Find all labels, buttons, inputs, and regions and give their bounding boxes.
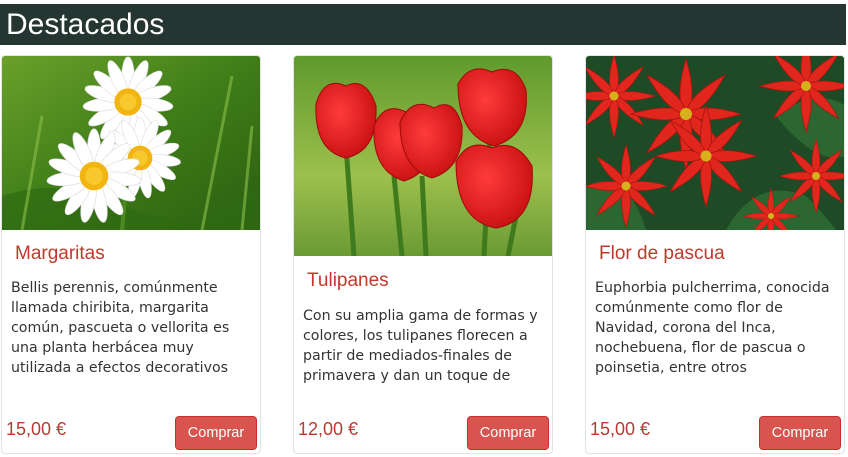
product-title[interactable]: Margaritas xyxy=(15,243,105,265)
product-description: Bellis perennis, comúnmente llamada chir… xyxy=(11,280,230,376)
section-header: Destacados xyxy=(0,4,846,45)
product-price: 15,00 € xyxy=(6,419,67,439)
product-card-margaritas: Margaritas Bellis perennis, comúnmente l… xyxy=(1,55,261,454)
product-description: Con su amplia gama de formas y colores, … xyxy=(303,308,538,384)
buy-button[interactable]: Comprar xyxy=(759,416,841,450)
buy-button[interactable]: Comprar xyxy=(175,416,257,450)
product-price: 12,00 € xyxy=(298,419,359,439)
poinsettia-photo[interactable] xyxy=(586,56,844,230)
product-description: Euphorbia pulcherrima, conocida comúnmen… xyxy=(595,280,830,376)
product-price: 15,00 € xyxy=(590,419,651,439)
product-title[interactable]: Flor de pascua xyxy=(599,243,725,265)
product-title[interactable]: Tulipanes xyxy=(307,270,389,292)
daisy-photo[interactable] xyxy=(2,56,260,230)
section-title: Destacados xyxy=(6,8,165,41)
product-card-tulipanes: Tulipanes Con su amplia gama de formas y… xyxy=(293,55,553,454)
product-card-flor-de-pascua: Flor de pascua Euphorbia pulcherrima, co… xyxy=(585,55,845,454)
buy-button[interactable]: Comprar xyxy=(467,416,549,450)
tulip-photo[interactable] xyxy=(294,56,552,256)
